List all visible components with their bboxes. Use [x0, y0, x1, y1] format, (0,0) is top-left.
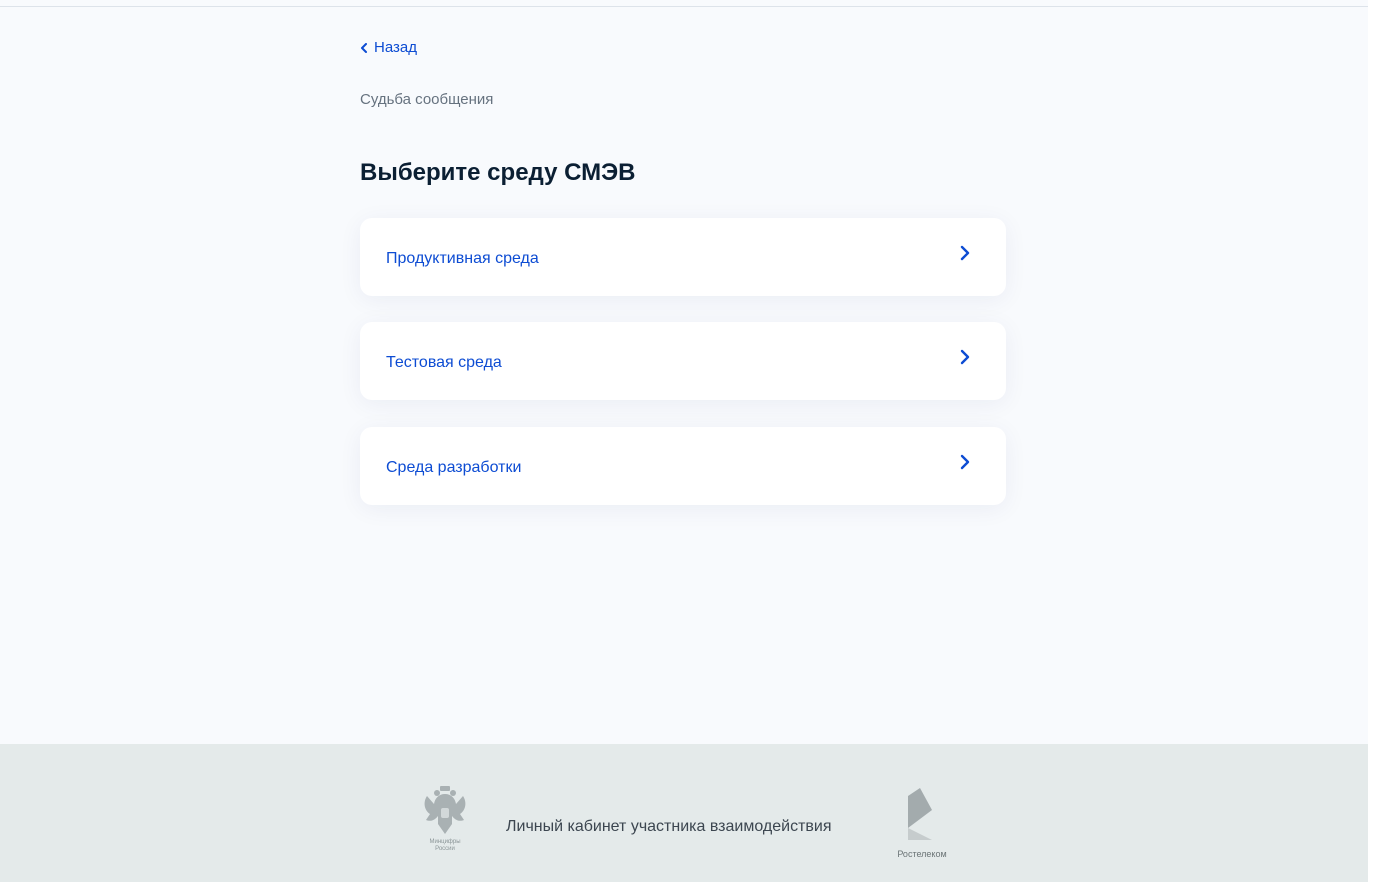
partner-logo: Ростелеком	[880, 786, 964, 860]
env-option-label: Среда разработки	[386, 459, 522, 476]
portal-title: Личный кабинет участника взаимодействия	[506, 818, 832, 835]
page-title: Выберите среду СМЭВ	[360, 159, 636, 186]
chevron-right-icon	[960, 245, 970, 261]
chevron-right-icon	[960, 454, 970, 470]
chevron-left-icon	[361, 42, 367, 53]
back-link-label: Назад	[374, 39, 417, 56]
partner-caption: Ростелеком	[897, 849, 947, 859]
env-option-development[interactable]: Среда разработки	[360, 427, 1006, 505]
header-divider	[0, 6, 1368, 7]
env-option-label: Тестовая среда	[386, 354, 502, 371]
env-option-test[interactable]: Тестовая среда	[360, 322, 1006, 400]
breadcrumb: Судьба сообщения	[360, 91, 494, 108]
env-option-production[interactable]: Продуктивная среда	[360, 218, 1006, 296]
state-emblem-icon	[424, 786, 466, 834]
env-option-label: Продуктивная среда	[386, 250, 539, 267]
chevron-right-icon	[960, 349, 970, 365]
rostelecom-logo-icon	[908, 788, 932, 840]
back-link[interactable]: Назад	[360, 39, 417, 56]
scrollbar-track[interactable]	[1368, 0, 1378, 882]
footer: Минцифры России Личный кабинет участника…	[0, 744, 1368, 882]
ministry-logo: Минцифры России	[417, 784, 473, 856]
ministry-caption: Минцифры России	[429, 839, 461, 852]
